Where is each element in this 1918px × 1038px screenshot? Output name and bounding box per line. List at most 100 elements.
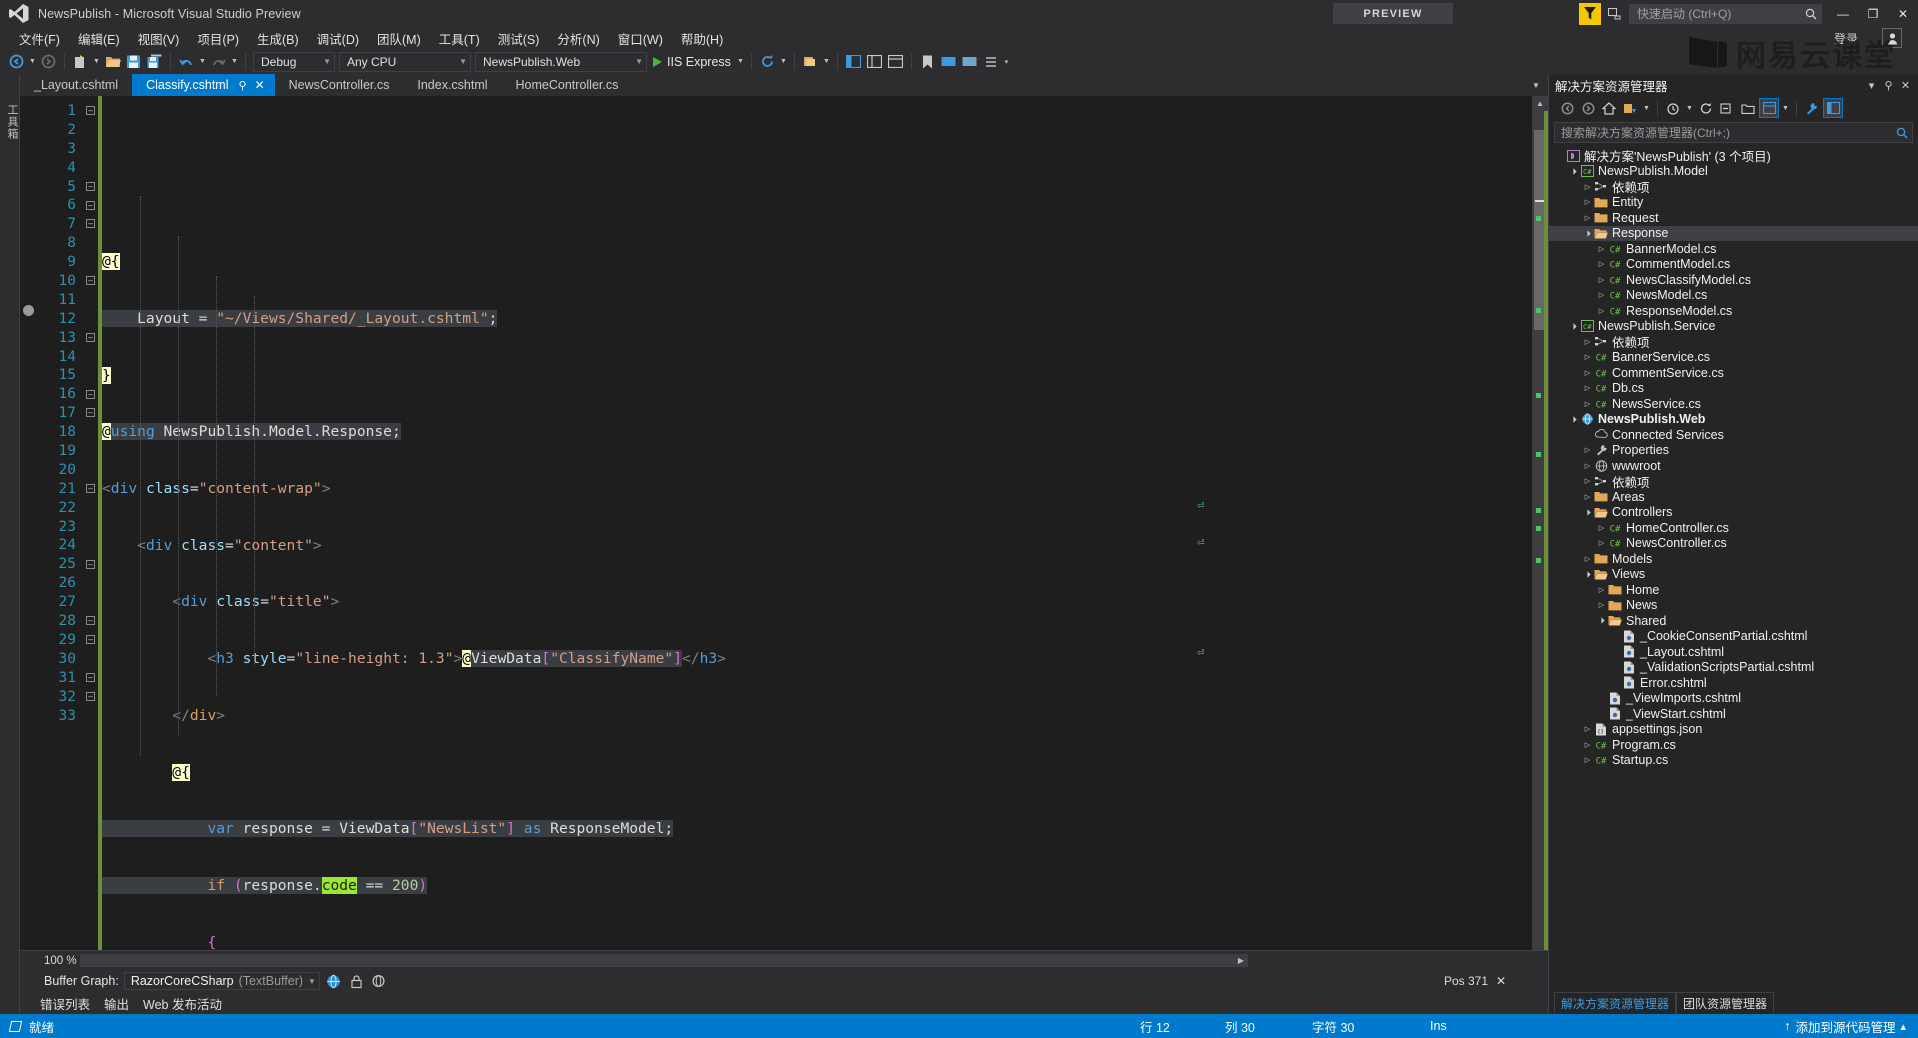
code-editor[interactable]: 1 2 3 4 5 6 7 8 9 10 11 12 13 14 15 16 17 18 19 20 21 22 23 24 2…	[20, 96, 1548, 950]
redo-icon[interactable]	[208, 51, 229, 72]
outlining-toggle[interactable]: –	[86, 181, 95, 191]
start-debugging-dropdown-icon[interactable]: ▼	[735, 51, 746, 72]
tree-item[interactable]: ▷ C# NewsClassifyModel.cs	[1549, 272, 1918, 288]
tree-item[interactable]: ▷ Areas	[1549, 489, 1918, 505]
expander-collapsed-icon[interactable]: ▷	[1582, 198, 1593, 206]
tree-item[interactable]: ▷ 依赖项	[1549, 179, 1918, 195]
save-all-icon[interactable]	[144, 51, 165, 72]
tree-item[interactable]: 解决方案'NewsPublish' (3 个项目)	[1549, 148, 1918, 164]
tree-item[interactable]: ▷ C# BannerService.cs	[1549, 350, 1918, 366]
close-icon[interactable]: ✕	[1897, 77, 1914, 94]
tree-item[interactable]: ▷ Home	[1549, 582, 1918, 598]
account-icon[interactable]	[1882, 28, 1902, 48]
tree-item[interactable]: ▷ Properties	[1549, 443, 1918, 459]
expander-collapsed-icon[interactable]: ▷	[1596, 539, 1607, 547]
undo-dropdown-icon[interactable]: ▼	[197, 51, 208, 72]
expander-collapsed-icon[interactable]: ▷	[1582, 741, 1593, 749]
indent-icon[interactable]	[980, 51, 1001, 72]
open-file-icon[interactable]	[102, 51, 123, 72]
menu-item-file[interactable]: 文件(F)	[10, 27, 69, 50]
menu-item-tools[interactable]: 工具(T)	[430, 27, 489, 50]
expander-collapsed-icon[interactable]: ▷	[1596, 601, 1607, 609]
outlining-toggle[interactable]: –	[86, 616, 95, 626]
expander-expanded-icon[interactable]: ◢	[1567, 413, 1580, 426]
new-project-dropdown-icon[interactable]: ▼	[91, 51, 102, 72]
buffer-graph-globe-lock-icon[interactable]	[371, 972, 389, 990]
expander-expanded-icon[interactable]: ◢	[1581, 227, 1594, 240]
expander-collapsed-icon[interactable]: ▷	[1582, 756, 1593, 764]
toolbox-strip[interactable]: 工具箱	[0, 74, 20, 1014]
tree-item[interactable]: ◢ C# NewsPublish.Service	[1549, 319, 1918, 335]
sign-in-link[interactable]: 登录	[1834, 30, 1858, 47]
refresh-icon[interactable]	[1696, 98, 1716, 118]
tab-layout-cshtml[interactable]: _Layout.cshtml	[20, 74, 133, 96]
quick-launch-input[interactable]: 快速启动 (Ctrl+Q)	[1629, 3, 1822, 24]
tree-item[interactable]: ▷ C# NewsController.cs	[1549, 536, 1918, 552]
send-feedback-icon[interactable]	[1579, 2, 1601, 25]
outlining-toggle[interactable]: –	[86, 276, 95, 286]
platform-dropdown-icon[interactable]: ▼	[821, 51, 832, 72]
tab-overflow-icon[interactable]: ▼	[1528, 74, 1544, 96]
expander-collapsed-icon[interactable]: ▷	[1582, 338, 1593, 346]
tree-item[interactable]: Error.cshtml	[1549, 675, 1918, 691]
tree-item[interactable]: ▷ Models	[1549, 551, 1918, 567]
expander-collapsed-icon[interactable]: ▷	[1596, 245, 1607, 253]
expander-collapsed-icon[interactable]: ▷	[1582, 353, 1593, 361]
expander-collapsed-icon[interactable]: ▷	[1596, 291, 1607, 299]
properties-icon[interactable]	[1802, 98, 1822, 118]
new-project-icon[interactable]	[70, 51, 91, 72]
save-icon[interactable]	[123, 51, 144, 72]
chevron-down-icon[interactable]: ▼	[1780, 98, 1791, 119]
tree-item[interactable]: ◢ Response	[1549, 225, 1918, 241]
tree-item[interactable]: _ViewImports.cshtml	[1549, 691, 1918, 707]
expander-expanded-icon[interactable]: ◢	[1581, 568, 1594, 581]
glyph-marker[interactable]	[23, 305, 34, 316]
outlining-toggle[interactable]: –	[86, 408, 95, 418]
navigate-back-dropdown-icon[interactable]: ▼	[27, 51, 38, 72]
solution-tree[interactable]: 解决方案'NewsPublish' (3 个项目) ◢ C# NewsPublish.…	[1549, 146, 1918, 994]
tree-item[interactable]: ▷ Entity	[1549, 195, 1918, 211]
tree-item[interactable]: ▷ C# ResponseModel.cs	[1549, 303, 1918, 319]
hscroll-right-icon[interactable]: ▶	[1234, 954, 1248, 967]
pin-icon[interactable]: ⚲	[239, 79, 247, 92]
tree-item[interactable]: ▷ C# CommentModel.cs	[1549, 257, 1918, 273]
expander-collapsed-icon[interactable]: ▷	[1596, 307, 1607, 315]
tab-web-publish-activity[interactable]: Web 发布活动	[143, 994, 222, 1013]
pending-changes-filter-icon[interactable]	[1663, 98, 1683, 118]
outlining-toggle[interactable]: –	[86, 484, 95, 493]
solution-explorer-search-input[interactable]: 搜索解决方案资源管理器(Ctrl+;)	[1554, 122, 1913, 143]
outlining-toggle[interactable]: –	[86, 673, 95, 682]
footer-tab-team-explorer[interactable]: 团队资源管理器	[1676, 992, 1775, 1014]
chevron-down-icon[interactable]: ▼	[1684, 98, 1695, 119]
tree-item[interactable]: ▷ C# Program.cs	[1549, 737, 1918, 753]
expander-expanded-icon[interactable]: ◢	[1567, 320, 1580, 333]
expander-collapsed-icon[interactable]: ▷	[1596, 524, 1607, 532]
pin-icon[interactable]: ⚲	[1880, 77, 1897, 94]
expander-collapsed-icon[interactable]: ▷	[1596, 276, 1607, 284]
tree-item[interactable]: Connected Services	[1549, 427, 1918, 443]
collapse-all-icon[interactable]	[1717, 98, 1737, 118]
tree-item[interactable]: _ValidationScriptsPartial.cshtml	[1549, 660, 1918, 676]
menu-item-window[interactable]: 窗口(W)	[609, 27, 672, 50]
comment-icon[interactable]	[938, 51, 959, 72]
outlining-toggle[interactable]: –	[86, 200, 95, 210]
minimize-button[interactable]: —	[1828, 0, 1858, 27]
outlining-toggle[interactable]: –	[86, 389, 95, 399]
expander-expanded-icon[interactable]: ◢	[1581, 506, 1594, 519]
notifications-icon[interactable]	[1603, 3, 1625, 25]
solution-configuration-combo[interactable]: Debug ▼	[253, 51, 335, 72]
restore-button[interactable]: ❐	[1858, 0, 1888, 27]
editor-horizontal-scrollbar[interactable]	[80, 954, 1248, 967]
menu-item-debug[interactable]: 调试(D)	[308, 27, 368, 50]
menu-item-help[interactable]: 帮助(H)	[672, 27, 732, 50]
tree-item[interactable]: ▷ C# Db.cs	[1549, 381, 1918, 397]
expander-collapsed-icon[interactable]: ▷	[1582, 477, 1593, 485]
menu-item-test[interactable]: 测试(S)	[489, 27, 549, 50]
expander-collapsed-icon[interactable]: ▷	[1582, 384, 1593, 392]
expander-collapsed-icon[interactable]: ▷	[1582, 493, 1593, 501]
expander-collapsed-icon[interactable]: ▷	[1596, 260, 1607, 268]
tree-item[interactable]: ▷ C# HomeController.cs	[1549, 520, 1918, 536]
redo-dropdown-icon[interactable]: ▼	[229, 51, 240, 72]
menu-item-project[interactable]: 项目(P)	[188, 27, 248, 50]
expander-collapsed-icon[interactable]: ▷	[1582, 183, 1593, 191]
